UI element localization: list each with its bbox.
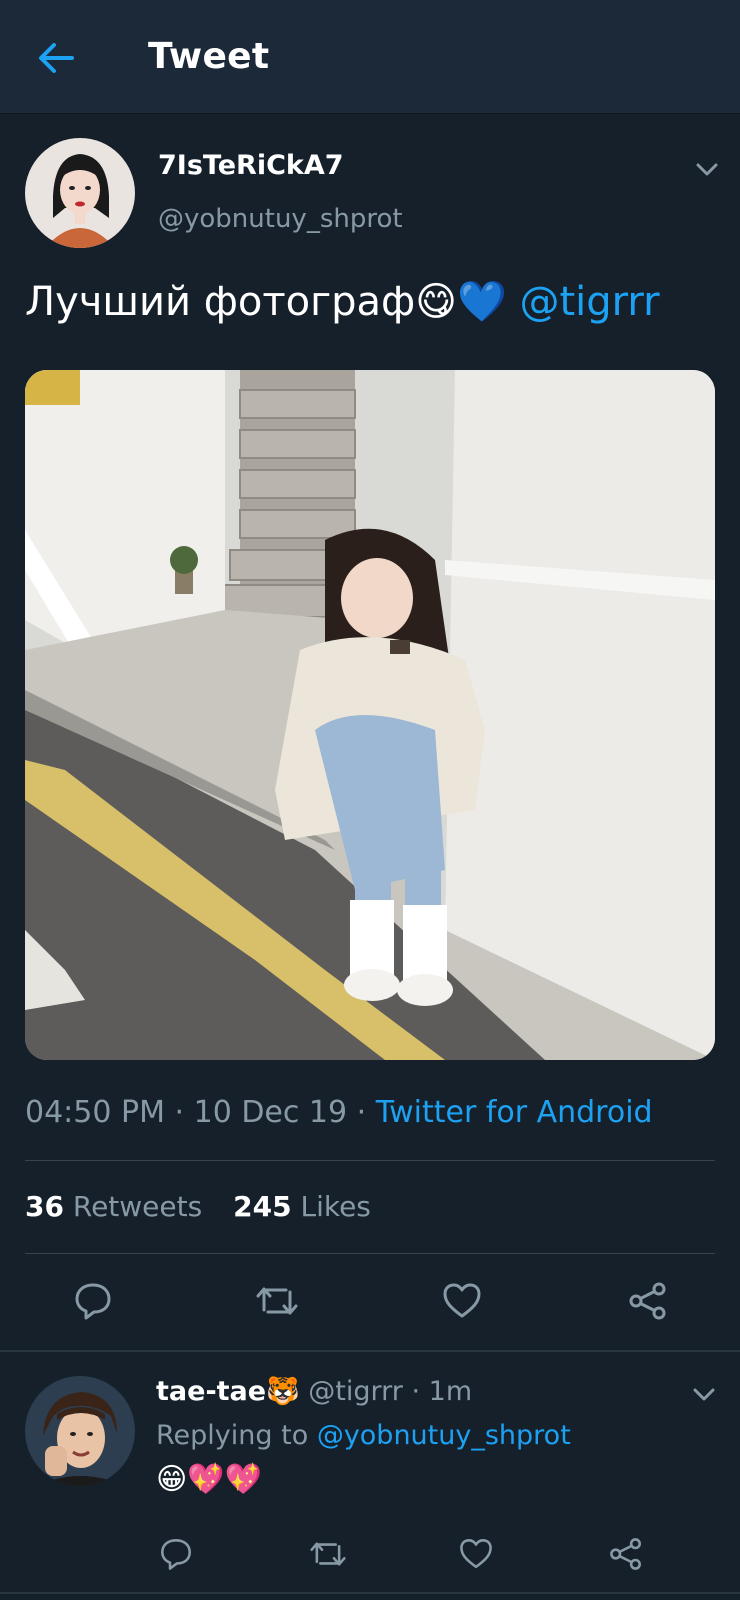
replying-to: Replying to @yobnutuy_shprot [156, 1420, 571, 1451]
heart-icon[interactable] [441, 1280, 483, 1326]
chevron-down-icon[interactable] [690, 1380, 718, 1408]
top-bar: Tweet [0, 0, 740, 114]
retweets-count: 36 [25, 1190, 64, 1223]
reply-separator: · [411, 1376, 421, 1407]
retweets-stat[interactable]: 36 Retweets [25, 1190, 202, 1223]
tweet-stats: 36 Retweets 245 Likes [25, 1190, 393, 1223]
author-name[interactable]: 7IsTeRiCkA7 [158, 150, 344, 181]
replying-handle-link[interactable]: @yobnutuy_shprot [317, 1420, 571, 1451]
avatar[interactable] [25, 138, 135, 248]
share-icon[interactable] [608, 1536, 644, 1576]
reply-header: tae-tae🐯 @tigrrr · 1m [156, 1375, 472, 1407]
retweets-label: Retweets [72, 1190, 203, 1223]
tweet-source-link[interactable]: Twitter for Android [376, 1095, 653, 1130]
meta-separator: · [174, 1095, 185, 1130]
reply-icon[interactable] [72, 1280, 114, 1326]
divider [0, 1592, 740, 1594]
divider [0, 1350, 740, 1352]
tweet-photo[interactable] [25, 370, 715, 1060]
chevron-down-icon[interactable] [693, 155, 721, 183]
divider [25, 1160, 715, 1161]
likes-label: Likes [300, 1190, 371, 1223]
reply-avatar[interactable] [25, 1376, 135, 1486]
mention-link[interactable]: @tigrrr [519, 279, 659, 325]
divider [25, 1253, 715, 1254]
reply-author-name[interactable]: tae-tae🐯 [156, 1376, 300, 1407]
author-handle[interactable]: @yobnutuy_shprot [158, 204, 403, 234]
replying-label: Replying to [156, 1420, 309, 1451]
tweet-date: 10 Dec 19 [193, 1095, 348, 1130]
tweet-text: Лучший фотограф😋💙 @tigrrr [25, 278, 660, 325]
share-icon[interactable] [627, 1280, 669, 1326]
arrow-left-icon[interactable] [34, 36, 78, 80]
meta-separator: · [356, 1095, 367, 1130]
retweet-icon[interactable] [254, 1280, 300, 1326]
heart-icon[interactable] [458, 1536, 494, 1576]
likes-count: 245 [233, 1190, 292, 1223]
reply-author-handle[interactable]: @tigrrr [308, 1376, 403, 1407]
page-title: Tweet [148, 36, 270, 77]
reply-icon[interactable] [158, 1536, 194, 1576]
retweet-icon[interactable] [308, 1536, 348, 1576]
tweet-time: 04:50 PM [25, 1095, 165, 1130]
likes-stat[interactable]: 245 Likes [233, 1190, 371, 1223]
reply-time: 1m [428, 1376, 473, 1407]
tweet-body: Лучший фотограф😋💙 [25, 279, 507, 325]
tweet-meta: 04:50 PM · 10 Dec 19 · Twitter for Andro… [25, 1095, 653, 1130]
reply-text: 😁💖💖 [156, 1462, 262, 1497]
